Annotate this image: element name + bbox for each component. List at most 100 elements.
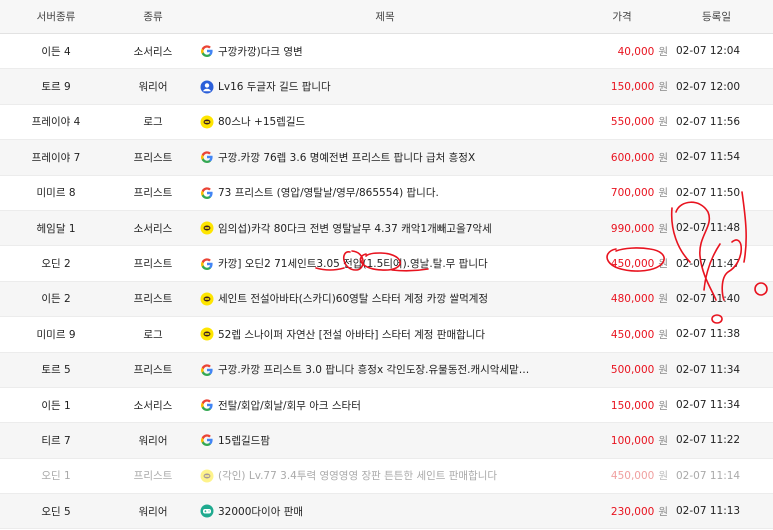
table-row[interactable]: 이든 4 소서리스 구깡카깡)다크 영변 40,000 원 02-07 12:04 <box>0 34 773 70</box>
header-price[interactable]: 가격 <box>576 9 668 24</box>
currency-label: 원 <box>658 258 668 271</box>
price-cell: 700,000 원 <box>576 185 676 200</box>
title-link[interactable]: 80스나 +15렙길드 <box>218 114 305 129</box>
currency-label: 원 <box>658 116 668 129</box>
title-cell[interactable]: 구깡.카깡 76렙 3.6 명예전변 프리스트 팝니다 급처 흥정X <box>194 150 576 165</box>
currency-label: 원 <box>658 505 668 518</box>
google-icon <box>200 186 214 200</box>
title-link[interactable]: 52렙 스나이퍼 자연산 [전설 아바타] 스타터 계정 판매합니다 <box>218 327 485 342</box>
price-cell: 230,000 원 <box>576 504 676 519</box>
class-cell: 프리스트 <box>133 187 173 200</box>
google-icon <box>200 257 214 271</box>
header-title[interactable]: 제목 <box>194 9 576 24</box>
price-cell: 480,000 원 <box>576 291 676 306</box>
price-cell: 450,000 원 <box>576 327 676 342</box>
table-row[interactable]: 프레이야 7 프리스트 구깡.카깡 76렙 3.6 명예전변 프리스트 팝니다 급처… <box>0 140 773 176</box>
price-value: 450,000 <box>610 328 655 341</box>
title-cell[interactable]: 32000다이아 판매 <box>194 504 576 519</box>
header-server[interactable]: 서버종류 <box>0 9 112 24</box>
price-cell: 450,000 원 <box>576 468 676 483</box>
server-cell: 이든 4 <box>41 45 71 58</box>
kakao-icon <box>200 221 214 235</box>
title-link[interactable]: 전탈/회압/회날/회무 아크 스타터 <box>218 398 361 413</box>
header-date[interactable]: 등록일 <box>668 9 765 24</box>
title-link[interactable]: (각인) Lv.77 3.4투력 영영영영 장판 튼튼한 세인트 판매합니다 <box>218 468 497 483</box>
class-cell: 프리스트 <box>133 293 173 306</box>
table-row[interactable]: 프레이야 4 로그 80스나 +15렙길드 550,000 원 02-07 11:56 <box>0 105 773 141</box>
price-value: 700,000 <box>610 187 655 200</box>
table-row[interactable]: 이든 2 프리스트 세인트 전설아바타(스카디)60영탈 스타터 계정 카깡 쌀먹계… <box>0 281 773 318</box>
table-row[interactable]: 오딘 5 워리어 32000다이아 판매 230,000 원 02-07 11:13 <box>0 494 773 530</box>
class-cell: 워리어 <box>138 505 168 518</box>
server-cell: 티르 7 <box>41 434 71 447</box>
price-value: 480,000 <box>610 293 655 306</box>
title-link[interactable]: 임의섭)카각 80다크 전변 영탈날무 4.37 캐악1개빼고올7악세 <box>218 221 492 236</box>
table-row[interactable]: 미미르 8 프리스트 73 프리스트 (영압/영탈날/영무/865554) 팝니다.… <box>0 176 773 211</box>
title-cell[interactable]: 구깡.카깡 프리스트 3.0 팝니다 흥정x 각인도장.유물동전.캐시악세맡… <box>194 362 576 377</box>
title-link[interactable]: 세인트 전설아바타(스카디)60영탈 스타터 계정 카깡 쌀먹계정 <box>218 291 488 306</box>
class-cell: 프리스트 <box>133 364 173 377</box>
server-cell: 오딘 5 <box>41 505 71 518</box>
price-value: 450,000 <box>610 470 655 483</box>
price-cell: 450,000 원 <box>576 256 676 271</box>
price-cell: 600,000 원 <box>576 150 676 165</box>
date-cell: 02-07 11:48 <box>676 222 741 235</box>
date-cell: 02-07 11:40 <box>676 292 741 305</box>
date-cell: 02-07 11:47 <box>676 257 741 270</box>
server-cell: 프레이야 7 <box>31 151 81 164</box>
class-cell: 워리어 <box>138 434 168 447</box>
title-cell[interactable]: 카깡] 오딘2 71세인트3.05 전압(1.5티어).영날.탈.무 팝니다 <box>194 256 576 271</box>
currency-label: 원 <box>658 151 668 164</box>
title-link[interactable]: 15렙길드팜 <box>218 433 270 448</box>
price-value: 500,000 <box>610 364 655 377</box>
title-cell[interactable]: 임의섭)카각 80다크 전변 영탈날무 4.37 캐악1개빼고올7악세 <box>194 221 576 236</box>
table-row[interactable]: 토르 9 워리어 Lv16 두글자 길드 팝니다 150,000 원 02-07 12:0… <box>0 69 773 105</box>
price-cell: 550,000 원 <box>576 114 676 129</box>
table-row[interactable]: 미미르 9 로그 52렙 스나이퍼 자연산 [전설 아바타] 스타터 계정 판매합니… <box>0 317 773 353</box>
date-cell: 02-07 11:54 <box>676 151 741 164</box>
title-link[interactable]: 73 프리스트 (영압/영탈날/영무/865554) 팝니다. <box>218 185 439 200</box>
title-cell[interactable]: 전탈/회압/회날/회무 아크 스타터 <box>194 398 576 413</box>
table-row[interactable]: 이든 1 소서리스 전탈/회압/회날/회무 아크 스타터 150,000 원 02-07 … <box>0 388 773 424</box>
price-value: 450,000 <box>610 258 655 271</box>
title-cell[interactable]: 80스나 +15렙길드 <box>194 114 576 129</box>
date-cell: 02-07 11:14 <box>676 469 741 482</box>
price-cell: 990,000 원 <box>576 221 676 236</box>
server-cell: 이든 2 <box>41 293 71 306</box>
server-cell: 이든 1 <box>41 399 71 412</box>
title-link[interactable]: 카깡] 오딘2 71세인트3.05 전압(1.5티어).영날.탈.무 팝니다 <box>218 256 488 271</box>
title-cell[interactable]: (각인) Lv.77 3.4투력 영영영영 장판 튼튼한 세인트 판매합니다 <box>194 468 576 483</box>
price-value: 600,000 <box>610 151 655 164</box>
date-cell: 02-07 12:00 <box>676 80 741 93</box>
price-value: 150,000 <box>610 399 655 412</box>
date-cell: 02-07 11:34 <box>676 363 741 376</box>
class-cell: 로그 <box>143 328 163 341</box>
table-row[interactable]: 오딘 1 프리스트 (각인) Lv.77 3.4투력 영영영영 장판 튼튼한 세인트… <box>0 459 773 495</box>
table-row[interactable]: 오딘 2 프리스트 카깡] 오딘2 71세인트3.05 전압(1.5티어).영날.탈… <box>0 246 773 282</box>
title-link[interactable]: 구깡.카깡 76렙 3.6 명예전변 프리스트 팝니다 급처 흥정X <box>218 150 475 165</box>
date-cell: 02-07 11:13 <box>676 505 741 518</box>
table-row[interactable]: 헤임달 1 소서리스 임의섭)카각 80다크 전변 영탈날무 4.37 캐악1개빼고… <box>0 210 773 247</box>
server-cell: 토르 9 <box>41 81 71 94</box>
table-body: 이든 4 소서리스 구깡카깡)다크 영변 40,000 원 02-07 12:04 토르 9… <box>0 34 773 530</box>
title-cell[interactable]: 52렙 스나이퍼 자연산 [전설 아바타] 스타터 계정 판매합니다 <box>194 327 576 342</box>
title-link[interactable]: 구깡카깡)다크 영변 <box>218 44 303 59</box>
currency-label: 원 <box>658 187 668 200</box>
title-cell[interactable]: 세인트 전설아바타(스카디)60영탈 스타터 계정 카깡 쌀먹계정 <box>194 291 576 306</box>
price-value: 550,000 <box>610 116 655 129</box>
title-cell[interactable]: 구깡카깡)다크 영변 <box>194 44 576 59</box>
table-row[interactable]: 토르 5 프리스트 구깡.카깡 프리스트 3.0 팝니다 흥정x 각인도장.유물동전… <box>0 352 773 388</box>
title-cell[interactable]: Lv16 두글자 길드 팝니다 <box>194 79 576 94</box>
header-class[interactable]: 종류 <box>112 9 194 24</box>
price-value: 100,000 <box>610 434 655 447</box>
server-cell: 헤임달 1 <box>36 222 76 235</box>
table-row[interactable]: 티르 7 워리어 15렙길드팜 100,000 원 02-07 11:22 <box>0 423 773 459</box>
title-cell[interactable]: 73 프리스트 (영압/영탈날/영무/865554) 팝니다. <box>194 185 576 200</box>
price-value: 40,000 <box>617 45 655 58</box>
currency-label: 원 <box>658 399 668 412</box>
title-link[interactable]: 구깡.카깡 프리스트 3.0 팝니다 흥정x 각인도장.유물동전.캐시악세맡… <box>218 362 529 377</box>
title-cell[interactable]: 15렙길드팜 <box>194 433 576 448</box>
title-link[interactable]: Lv16 두글자 길드 팝니다 <box>218 79 331 94</box>
title-link[interactable]: 32000다이아 판매 <box>218 504 303 519</box>
google-icon <box>200 398 214 412</box>
